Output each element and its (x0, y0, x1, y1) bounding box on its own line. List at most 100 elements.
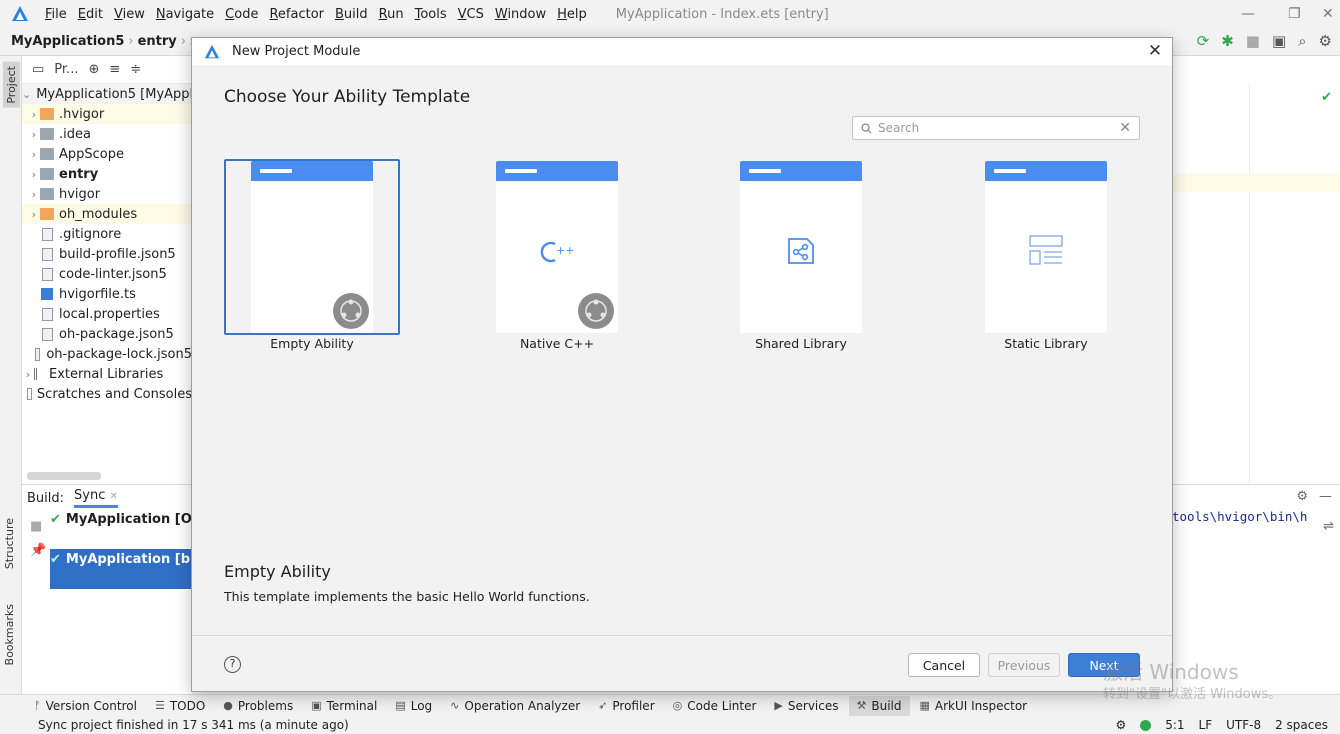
menu-vcs[interactable]: VCS (458, 7, 484, 22)
menu-run[interactable]: Run (379, 7, 404, 22)
debug-icon[interactable]: ✱ (1221, 32, 1234, 50)
template-search[interactable]: ✕ (852, 116, 1140, 140)
tab-problems[interactable]: ● Problems (223, 699, 293, 713)
chevron-down-icon[interactable]: ⌄ (22, 88, 31, 101)
share-library-icon (788, 238, 814, 264)
inspection-icon[interactable]: ⚙ (1115, 718, 1126, 732)
tree-item[interactable]: › oh_modules (22, 204, 192, 224)
status-message[interactable]: Sync project finished in 17 s 341 ms (a … (38, 718, 349, 732)
build-icon: ⚒ (856, 699, 867, 712)
tab-arkui-inspector[interactable]: ▦ ArkUI Inspector (920, 699, 1028, 713)
tree-item[interactable]: build-profile.json5 (22, 244, 192, 264)
tree-item[interactable]: › .idea (22, 124, 192, 144)
tree-item[interactable]: oh-package.json5 (22, 324, 192, 344)
tab-services[interactable]: ▶ Services (774, 699, 838, 713)
tab-terminal[interactable]: ▣ Terminal (311, 699, 377, 713)
tree-item-label: .hvigor (59, 106, 105, 122)
tree-external-libraries[interactable]: › External Libraries (22, 364, 192, 384)
tree-scratches[interactable]: Scratches and Consoles (22, 384, 192, 404)
close-icon[interactable]: ✕ (1146, 42, 1164, 60)
close-window-icon[interactable]: ✕ (1322, 6, 1334, 22)
minimize-panel-icon[interactable]: — (1319, 489, 1332, 504)
chevron-right-icon[interactable]: › (22, 368, 34, 381)
device-manager-icon[interactable]: ▣ (1272, 32, 1286, 50)
collapse-all-icon[interactable]: ≑ (130, 62, 141, 77)
chevron-right-icon[interactable]: › (28, 188, 40, 201)
previous-button[interactable]: Previous (988, 653, 1060, 677)
pin-icon[interactable]: 📌 (30, 543, 46, 558)
locate-icon[interactable]: ⊕ (88, 62, 99, 77)
dialog-title-bar: New Project Module ✕ (192, 38, 1172, 65)
chevron-right-icon[interactable]: › (28, 208, 40, 221)
build-task-row-selected[interactable]: ✔ MyApplication [build init] (50, 549, 192, 589)
tab-bookmarks[interactable]: Bookmarks (3, 604, 16, 665)
gear-icon[interactable]: ⚙ (1296, 489, 1308, 504)
line-ending[interactable]: LF (1199, 718, 1213, 732)
menu-view[interactable]: View (114, 7, 145, 22)
template-shared-library[interactable] (713, 159, 889, 335)
settings-icon[interactable]: ⚙ (1319, 32, 1332, 50)
stop-build-icon[interactable]: ■ (30, 519, 42, 534)
tree-item[interactable]: › hvigor (22, 184, 192, 204)
chevron-right-icon[interactable]: › (28, 168, 40, 181)
folder-icon (40, 108, 54, 120)
menu-build[interactable]: Build (335, 7, 368, 22)
tree-item[interactable]: › AppScope (22, 144, 192, 164)
help-icon[interactable]: ? (224, 656, 241, 673)
menu-navigate[interactable]: Navigate (156, 7, 214, 22)
indent-setting[interactable]: 2 spaces (1275, 718, 1328, 732)
tab-todo[interactable]: ☰ TODO (155, 699, 205, 713)
tree-item[interactable]: code-linter.json5 (22, 264, 192, 284)
tab-label: Terminal (326, 698, 378, 713)
horizontal-scrollbar[interactable] (27, 472, 101, 480)
tree-item[interactable]: local.properties (22, 304, 192, 324)
menu-window[interactable]: Window (495, 7, 546, 22)
search-input[interactable] (878, 121, 1139, 135)
caret-position[interactable]: 5:1 (1165, 718, 1184, 732)
tree-item[interactable]: .gitignore (22, 224, 192, 244)
close-tab-icon[interactable]: ✕ (110, 491, 118, 502)
clear-search-icon[interactable]: ✕ (1119, 120, 1131, 136)
tab-sync[interactable]: Sync ✕ (74, 488, 118, 508)
project-panel-title[interactable]: Pr... (54, 62, 78, 77)
tree-item[interactable]: hvigorfile.ts (22, 284, 192, 304)
tree-item-label: entry (59, 166, 99, 182)
file-encoding[interactable]: UTF-8 (1226, 718, 1261, 732)
tab-project[interactable]: Project (3, 62, 20, 108)
typescript-file-icon (41, 288, 53, 300)
menu-file[interactable]: File (45, 7, 67, 22)
restore-icon[interactable]: ❐ (1288, 6, 1301, 22)
tree-item[interactable]: › .hvigor (22, 104, 192, 124)
minimize-icon[interactable]: — (1241, 6, 1255, 22)
tab-build[interactable]: ⚒ Build (848, 695, 910, 716)
template-native-cpp[interactable]: ++ (469, 159, 645, 335)
tree-item[interactable]: oh-package-lock.json5 (22, 344, 192, 364)
chevron-right-icon[interactable]: › (28, 148, 40, 161)
breadcrumb-project[interactable]: MyApplication5 (11, 34, 124, 49)
stop-icon[interactable]: ■ (1246, 32, 1260, 50)
chevron-right-icon[interactable]: › (28, 128, 40, 141)
tab-structure[interactable]: Structure (3, 518, 16, 569)
chevron-right-icon[interactable]: › (28, 108, 40, 121)
menu-tools[interactable]: Tools (415, 7, 447, 22)
sync-icon[interactable]: ⟳ (1197, 32, 1210, 50)
cancel-button[interactable]: Cancel (908, 653, 980, 677)
tab-profiler[interactable]: ➶ Profiler (598, 699, 654, 713)
menu-refactor[interactable]: Refactor (269, 7, 324, 22)
tree-root[interactable]: ⌄ MyApplication5 [MyApplication] (22, 84, 242, 104)
build-task-row[interactable]: ✔ MyApplication [OhpmInstall] (50, 509, 192, 549)
tab-version-control[interactable]: ᚠ Version Control (34, 699, 137, 713)
template-empty-ability[interactable] (224, 159, 400, 335)
template-static-library[interactable] (958, 159, 1134, 335)
expand-all-icon[interactable]: ≡ (109, 62, 120, 77)
menu-help[interactable]: Help (557, 7, 587, 22)
menu-code[interactable]: Code (225, 7, 258, 22)
tab-log[interactable]: ▤ Log (395, 699, 432, 713)
tab-operation-analyzer[interactable]: ∿ Operation Analyzer (450, 699, 580, 713)
soft-wrap-icon[interactable]: ⇌ (1323, 519, 1334, 534)
menu-edit[interactable]: Edit (78, 7, 103, 22)
tab-code-linter[interactable]: ◎ Code Linter (673, 699, 757, 713)
search-everywhere-icon[interactable]: ⌕ (1298, 32, 1306, 50)
tree-item[interactable]: › entry (22, 164, 192, 184)
breadcrumb-module[interactable]: entry (138, 34, 177, 49)
